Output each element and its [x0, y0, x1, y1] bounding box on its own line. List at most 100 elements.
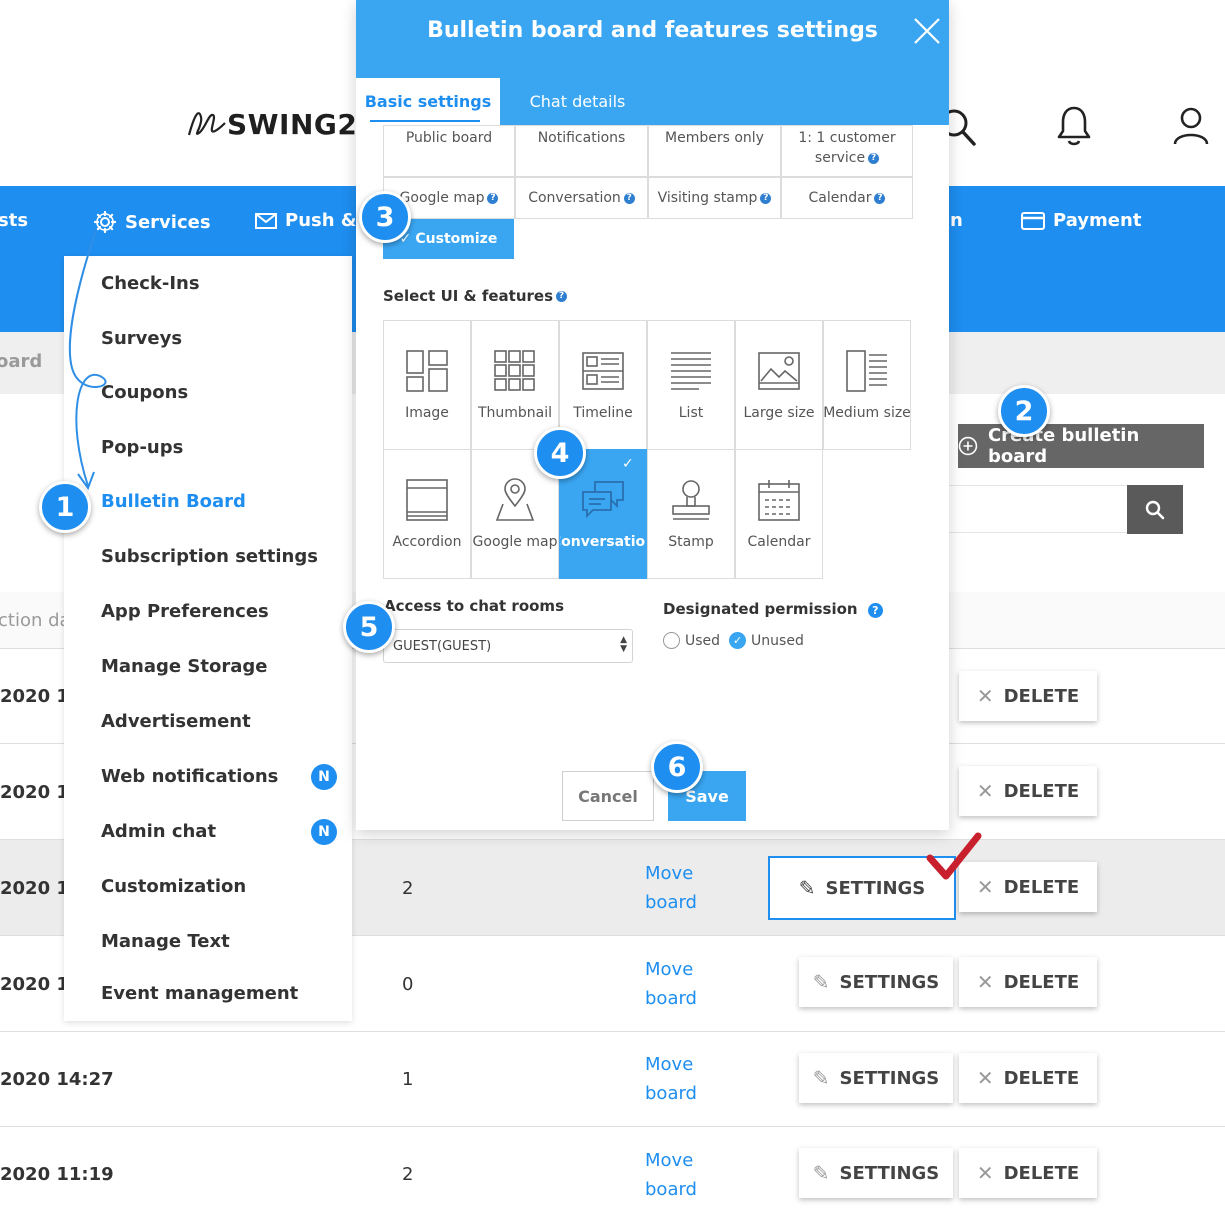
settings-button[interactable]: ✎ SETTINGS: [799, 957, 953, 1007]
menu-item-event-management[interactable]: Event management: [101, 983, 298, 1004]
modal-title: Bulletin board and features settings: [427, 18, 878, 43]
move-board-link[interactable]: Move board: [645, 955, 697, 1013]
thumbnail-layout-icon: [494, 350, 535, 391]
new-badge: N: [311, 764, 337, 790]
step-marker-1: 1: [39, 481, 91, 533]
radio-used[interactable]: [663, 632, 680, 649]
radio-unused[interactable]: ✓: [729, 632, 747, 649]
pencil-icon: ✎: [812, 970, 830, 994]
nav-item-posts[interactable]: sts: [0, 210, 28, 231]
menu-item-subscription-settings[interactable]: Subscription settings: [101, 546, 318, 567]
calendar-icon: [758, 480, 800, 521]
access-chat-rooms-select[interactable]: GUEST(GUEST) ▲ ▼: [383, 629, 633, 663]
feature-members-only[interactable]: Members only: [648, 125, 781, 177]
help-icon[interactable]: ?: [868, 152, 880, 164]
ui-option-medium-size[interactable]: Medium size: [823, 320, 911, 450]
menu-item-web-notifications[interactable]: Web notifications: [101, 766, 278, 787]
pencil-icon: ✎: [812, 1066, 830, 1090]
feature-conversation[interactable]: Conversation?: [515, 177, 648, 219]
row-count: 1: [402, 1069, 414, 1090]
ui-option-image[interactable]: Image: [383, 320, 471, 450]
help-icon[interactable]: ?: [874, 192, 886, 204]
step-marker-2: 2: [998, 385, 1050, 437]
red-check-mark-icon: [926, 832, 982, 880]
create-bulletin-board-button[interactable]: Create bulletin board: [958, 424, 1204, 468]
feature-notifications[interactable]: Notifications: [515, 125, 648, 177]
tab-chat-details[interactable]: Chat details: [500, 78, 655, 125]
annotation-arrow: [68, 229, 107, 491]
help-icon[interactable]: ?: [556, 291, 568, 302]
ui-option-list[interactable]: List: [647, 320, 735, 450]
bell-icon[interactable]: [1054, 104, 1094, 148]
row-date: 2020 14:27: [0, 1069, 114, 1090]
menu-item-admin-chat[interactable]: Admin chat: [101, 821, 216, 842]
timeline-layout-icon: [582, 352, 624, 390]
user-icon[interactable]: [1171, 104, 1211, 148]
feature-visiting-stamp[interactable]: Visiting stamp?: [648, 177, 781, 219]
delete-button[interactable]: ✕ DELETE: [959, 766, 1097, 816]
delete-button[interactable]: ✕ DELETE: [959, 1148, 1097, 1198]
row-count: 0: [402, 974, 414, 995]
cancel-button[interactable]: Cancel: [562, 771, 654, 821]
breadcrumb: oard: [0, 351, 43, 372]
active-tab-indicator: [370, 120, 480, 122]
ui-option-accordion[interactable]: Accordion: [383, 449, 471, 579]
tab-basic-settings[interactable]: Basic settings: [356, 78, 500, 125]
select-arrows-icon: ▲ ▼: [620, 635, 627, 654]
delete-button[interactable]: ✕ DELETE: [959, 671, 1097, 721]
selected-check-icon: ✓: [622, 456, 634, 472]
help-icon[interactable]: ?: [623, 192, 635, 204]
large-size-layout-icon: [758, 352, 800, 390]
delete-button[interactable]: ✕ DELETE: [959, 1053, 1097, 1103]
close-icon: ✕: [976, 779, 994, 803]
medium-size-layout-icon: [846, 350, 887, 392]
menu-item-manage-text[interactable]: Manage Text: [101, 931, 230, 952]
board-search-input[interactable]: [948, 485, 1128, 533]
settings-button[interactable]: ✎ SETTINGS: [799, 1148, 953, 1198]
nav-item-partial[interactable]: n: [950, 210, 963, 231]
logo-text: SWING2: [227, 107, 358, 141]
move-board-link[interactable]: Move board: [645, 859, 697, 917]
feature-public-board[interactable]: Public board: [383, 125, 515, 177]
pencil-icon: ✎: [812, 1161, 830, 1185]
menu-item-app-preferences[interactable]: App Preferences: [101, 601, 269, 622]
delete-button[interactable]: ✕ DELETE: [959, 957, 1097, 1007]
menu-item-advertisement[interactable]: Advertisement: [101, 711, 251, 732]
step-marker-6: 6: [651, 741, 703, 793]
brand-logo[interactable]: SWING2: [185, 104, 357, 144]
access-chat-rooms-label: Access to chat rooms: [384, 597, 564, 615]
close-icon: ✕: [976, 1161, 994, 1185]
signature-logo-icon: [187, 112, 226, 136]
new-badge: N: [311, 819, 337, 845]
envelope-icon: [255, 212, 277, 229]
row-date: 2020 11:19: [0, 1164, 114, 1185]
ui-option-stamp[interactable]: Stamp: [647, 449, 735, 579]
close-icon[interactable]: [912, 16, 942, 46]
list-layout-icon: [671, 352, 711, 390]
map-pin-icon: [495, 478, 535, 521]
feature-customer-service[interactable]: 1: 1 customer service?: [781, 125, 913, 177]
menu-item-customization[interactable]: Customization: [101, 876, 246, 897]
stamp-icon: [672, 480, 710, 520]
help-icon[interactable]: ?: [760, 192, 772, 204]
move-board-link[interactable]: Move board: [645, 1050, 697, 1108]
ui-option-large-size[interactable]: Large size: [735, 320, 823, 450]
nav-item-payment[interactable]: Payment: [1021, 210, 1141, 231]
feature-calendar[interactable]: Calendar?: [781, 177, 913, 219]
close-icon: ✕: [976, 1066, 994, 1090]
help-icon[interactable]: ?: [487, 192, 499, 204]
help-icon[interactable]: ?: [867, 603, 883, 618]
menu-item-manage-storage[interactable]: Manage Storage: [101, 656, 267, 677]
step-marker-4: 4: [534, 427, 586, 479]
row-count: 2: [402, 1164, 414, 1185]
ui-option-calendar[interactable]: Calendar: [735, 449, 823, 579]
board-search-button[interactable]: [1127, 485, 1183, 534]
column-header-date: ction da: [0, 610, 71, 631]
chat-bubbles-icon: [582, 481, 624, 519]
close-icon: ✕: [976, 684, 994, 708]
accordion-layout-icon: [406, 479, 448, 521]
settings-button[interactable]: ✎ SETTINGS: [799, 1053, 953, 1103]
move-board-link[interactable]: Move board: [645, 1146, 697, 1204]
search-icon: [1145, 500, 1165, 519]
permission-radio-group: Used ✓ Unused: [663, 632, 804, 649]
